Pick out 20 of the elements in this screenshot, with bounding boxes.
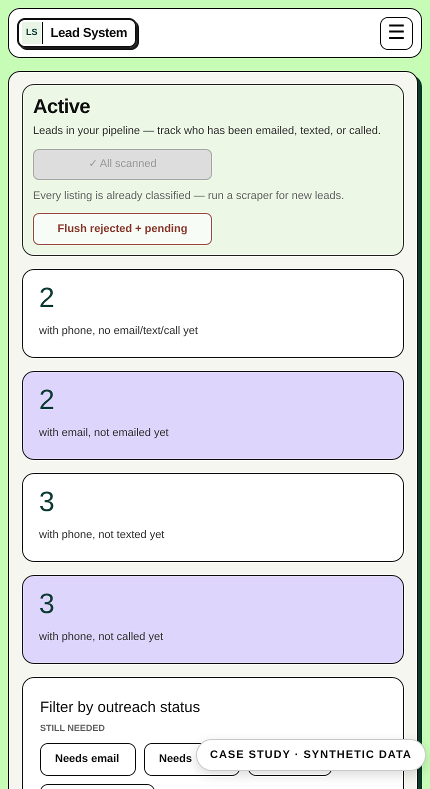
case-study-toast: CASE STUDY · SYNTHETIC DATA bbox=[196, 739, 426, 771]
section-subtitle: Leads in your pipeline — track who has been emailed, texted, or called. bbox=[33, 124, 382, 139]
filter-title: Filter by outreach status bbox=[40, 698, 202, 718]
logo-mark: LS bbox=[22, 22, 43, 44]
filter-section-label: STILL NEEDED bbox=[40, 722, 106, 734]
filter-button[interactable]: Needs email bbox=[40, 743, 136, 776]
stat-value: 3 bbox=[39, 486, 56, 518]
stat-label: with phone, not called yet bbox=[39, 630, 164, 645]
stat-label: with phone, not texted yet bbox=[39, 528, 166, 543]
info-note: Every listing is already classified — run a scraper for new leads. bbox=[33, 188, 346, 204]
stat-value: 2 bbox=[39, 384, 56, 416]
section-title: Active bbox=[33, 95, 92, 120]
brand-badge[interactable]: LS Lead System bbox=[17, 18, 138, 48]
stat-value: 2 bbox=[39, 282, 56, 314]
stat-value: 3 bbox=[39, 588, 56, 620]
stat-label: with email, not emailed yet bbox=[39, 426, 170, 441]
menu-button[interactable]: ☰ bbox=[380, 16, 413, 50]
app-title: Lead System bbox=[50, 24, 128, 42]
flush-button[interactable]: Flush rejected + pending bbox=[33, 213, 212, 245]
stat-label: with phone, no email/text/call yet bbox=[39, 324, 199, 339]
